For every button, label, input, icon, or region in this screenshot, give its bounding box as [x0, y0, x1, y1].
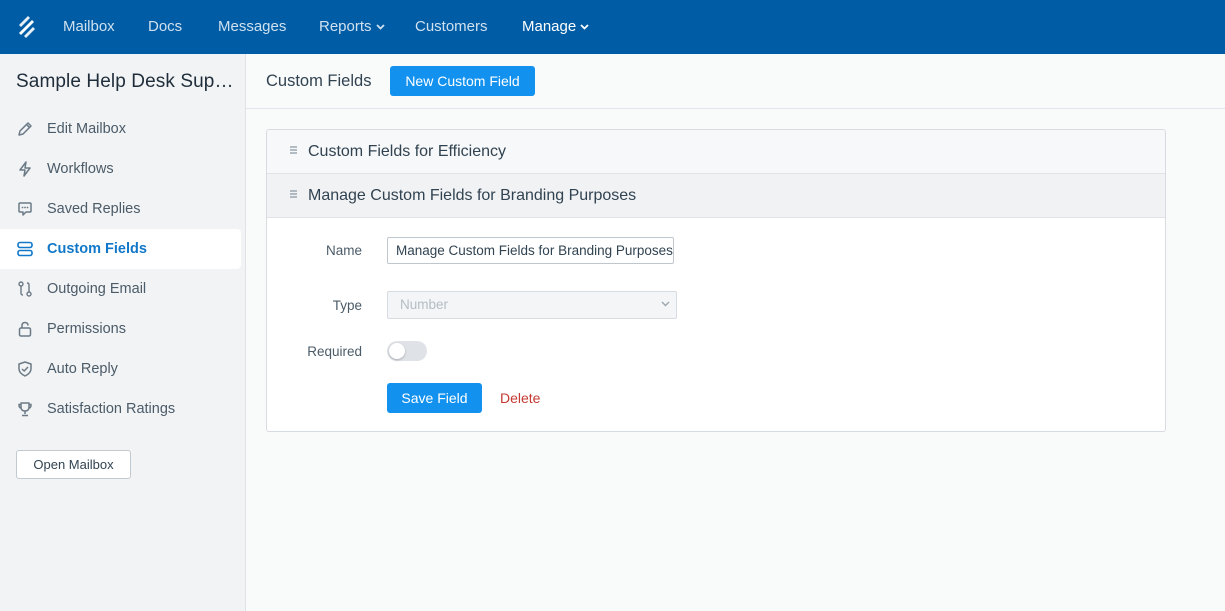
chevron-down-icon [661, 301, 670, 307]
custom-fields-panel: Custom Fields for Efficiency Manage Cust… [266, 129, 1166, 432]
sidebar-item-label: Workflows [47, 161, 114, 177]
custom-field-title: Custom Fields for Efficiency [308, 143, 506, 160]
route-icon [18, 281, 32, 297]
main-header: Custom Fields New Custom Field [246, 54, 1225, 109]
nav-docs[interactable]: Docs [148, 0, 182, 54]
sidebar-item-custom-fields[interactable]: Custom Fields [0, 229, 241, 269]
sidebar: Sample Help Desk Supp… Edit Mailbox Work… [0, 54, 246, 611]
type-select[interactable]: Number [387, 291, 677, 319]
lock-icon [18, 321, 32, 337]
sidebar-item-edit-mailbox[interactable]: Edit Mailbox [0, 109, 241, 149]
custom-field-title: Manage Custom Fields for Branding Purpos… [308, 187, 637, 204]
helpscout-logo-icon[interactable] [15, 15, 39, 39]
drag-handle-icon[interactable] [289, 188, 298, 200]
sidebar-item-label: Outgoing Email [47, 281, 147, 297]
nav-manage[interactable]: Manage [522, 0, 589, 54]
sidebar-item-saved-replies[interactable]: Saved Replies [0, 189, 241, 229]
nav-messages[interactable]: Messages [218, 0, 286, 54]
sidebar-item-workflows[interactable]: Workflows [0, 149, 241, 189]
sidebar-item-permissions[interactable]: Permissions [0, 309, 241, 349]
sidebar-item-satisfaction-ratings[interactable]: Satisfaction Ratings [0, 389, 241, 429]
lightning-icon [19, 161, 31, 177]
sidebar-item-label: Auto Reply [47, 361, 118, 377]
save-field-button[interactable]: Save Field [387, 383, 482, 413]
chevron-down-icon [375, 24, 385, 30]
pencil-icon [18, 122, 32, 136]
new-custom-field-button[interactable]: New Custom Field [390, 66, 535, 96]
nav-customers-label: Customers [415, 18, 488, 35]
name-input[interactable]: Manage Custom Fields for Branding Purpos… [387, 237, 674, 264]
nav-mailbox[interactable]: Mailbox [63, 0, 115, 54]
toggle-knob [389, 343, 405, 359]
page-title: Custom Fields [266, 72, 372, 90]
top-nav: Mailbox Docs Messages Reports Customers … [0, 0, 1225, 54]
drag-handle-icon[interactable] [289, 144, 298, 156]
custom-field-row[interactable]: Custom Fields for Efficiency [267, 130, 1165, 174]
sidebar-item-auto-reply[interactable]: Auto Reply [0, 349, 241, 389]
type-select-value: Number [400, 297, 449, 312]
sidebar-item-label: Permissions [47, 321, 126, 337]
trophy-icon [18, 402, 32, 417]
chevron-down-icon [580, 24, 589, 30]
delete-link[interactable]: Delete [500, 390, 540, 406]
required-label: Required [307, 344, 362, 359]
nav-reports[interactable]: Reports [319, 0, 385, 54]
nav-reports-label: Reports [319, 18, 372, 35]
required-toggle[interactable] [387, 341, 427, 361]
nav-messages-label: Messages [218, 18, 287, 35]
name-label: Name [325, 243, 362, 258]
chat-bubble-icon [18, 202, 32, 216]
nav-mailbox-label: Mailbox [63, 18, 115, 35]
mailbox-title: Sample Help Desk Supp… [16, 71, 238, 92]
nav-docs-label: Docs [148, 18, 183, 35]
type-label: Type [332, 298, 362, 313]
sidebar-item-label: Custom Fields [47, 241, 147, 257]
custom-field-row[interactable]: Manage Custom Fields for Branding Purpos… [267, 174, 1165, 218]
shield-check-icon [18, 361, 32, 377]
nav-customers[interactable]: Customers [415, 0, 488, 54]
sidebar-item-label: Saved Replies [47, 201, 141, 217]
nav-manage-label: Manage [522, 18, 577, 35]
sidebar-item-label: Satisfaction Ratings [47, 401, 176, 417]
fields-icon [17, 241, 33, 257]
sidebar-item-outgoing-email[interactable]: Outgoing Email [0, 269, 241, 309]
open-mailbox-button[interactable]: Open Mailbox [16, 450, 131, 479]
sidebar-item-label: Edit Mailbox [47, 121, 126, 137]
